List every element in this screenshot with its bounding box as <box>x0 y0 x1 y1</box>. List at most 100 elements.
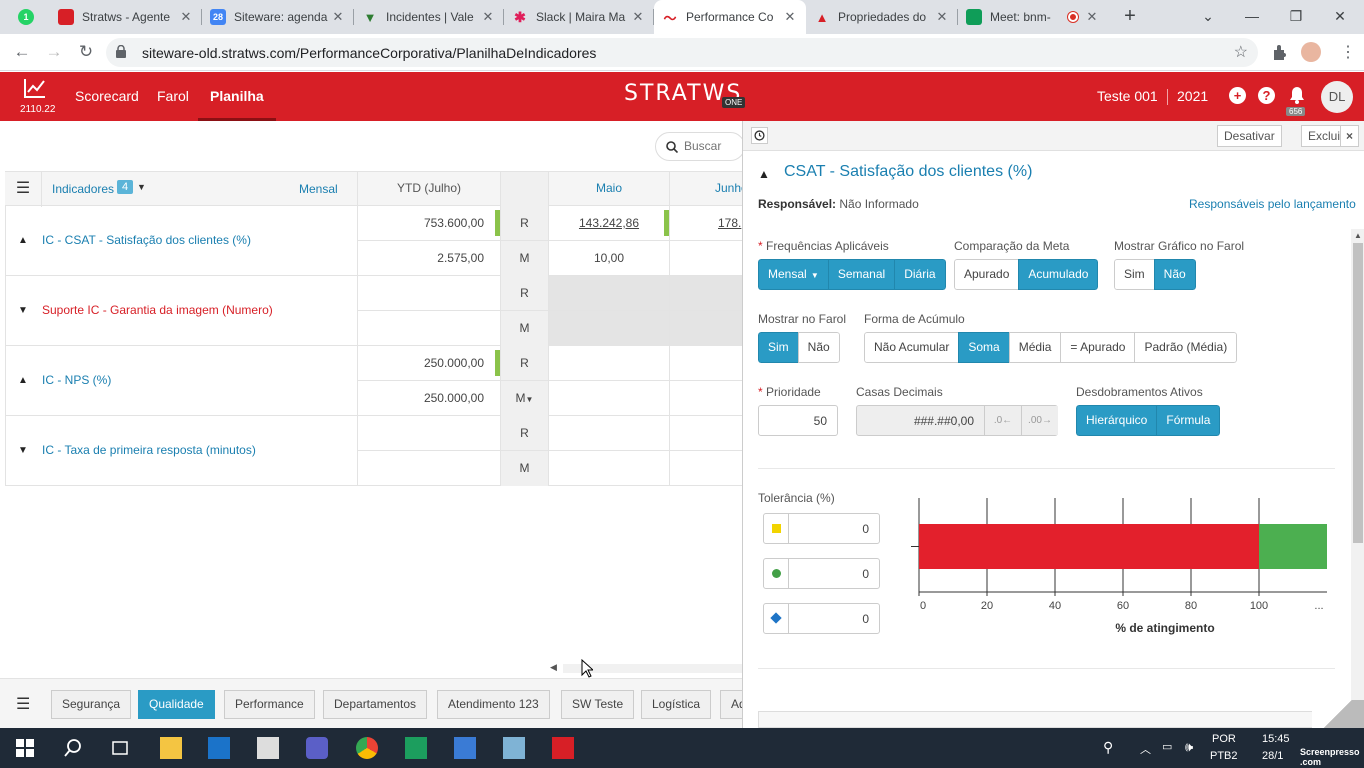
collapse-icon[interactable]: ▲ <box>758 167 770 181</box>
back-icon[interactable]: ← <box>10 40 34 64</box>
search-box[interactable] <box>655 132 742 161</box>
sheet-tab[interactable]: Logística <box>641 690 712 719</box>
tolerance-blue-field[interactable]: 0 <box>763 603 880 634</box>
accum-equal-button[interactable]: = Apurado <box>1060 332 1136 363</box>
ytd-real-cell[interactable] <box>357 416 500 451</box>
scroll-up-icon[interactable]: ▲ <box>1354 231 1362 240</box>
tolerance-blue-value[interactable]: 0 <box>862 612 869 626</box>
tab-whatsapp[interactable]: 1 <box>10 0 50 34</box>
junho-meta-cell[interactable] <box>669 241 742 276</box>
tab-meet[interactable]: Meet: bnm- ✕ <box>958 0 1108 34</box>
tray-chevron-icon[interactable]: ︿ <box>1140 741 1151 757</box>
restore-icon[interactable]: ❐ <box>1272 0 1320 34</box>
profile-avatar[interactable] <box>1301 42 1321 62</box>
forward-icon[interactable]: → <box>42 40 66 64</box>
graph-yes-button[interactable]: Sim <box>1114 259 1155 290</box>
accum-avg-button[interactable]: Média <box>1008 332 1062 363</box>
teams-icon[interactable] <box>306 737 328 759</box>
ytd-meta-cell[interactable] <box>357 311 500 346</box>
browser-menu-icon[interactable]: ⋮ <box>1340 42 1356 62</box>
task-view-icon[interactable] <box>109 737 131 759</box>
notes-icon[interactable] <box>503 737 525 759</box>
tab-incidentes[interactable]: ▼ Incidentes | Vale ✕ <box>354 0 504 34</box>
junho-real-cell[interactable]: 178. <box>669 206 742 241</box>
screenpresso-icon[interactable] <box>552 737 574 759</box>
grid-menu-icon[interactable]: ☰ <box>5 172 42 207</box>
people-icon[interactable]: ⚲ <box>1103 739 1113 756</box>
accum-sum-button[interactable]: Soma <box>958 332 1010 363</box>
expand-icon[interactable]: ▼ <box>18 445 28 456</box>
unfold-hierarchical-button[interactable]: Hierárquico <box>1076 405 1158 436</box>
freq-diaria-button[interactable]: Diária <box>894 259 946 290</box>
comp-acumulado-button[interactable]: Acumulado <box>1018 259 1099 290</box>
indicator-name[interactable]: IC - Taxa de primeira resposta (minutos) <box>42 443 256 457</box>
comp-apurado-button[interactable]: Apurado <box>954 259 1020 290</box>
maio-meta-cell[interactable] <box>548 381 669 416</box>
nav-planilha[interactable]: Planilha <box>198 72 276 121</box>
sheets-menu-icon[interactable]: ☰ <box>16 694 30 714</box>
chrome-icon[interactable] <box>356 737 378 759</box>
close-tab-icon[interactable]: ✕ <box>1084 9 1100 25</box>
chevron-down-icon[interactable]: ▼ <box>137 182 146 192</box>
collapse-icon[interactable]: ▲ <box>18 235 28 246</box>
app-grid-icon[interactable] <box>405 737 427 759</box>
indicator-name[interactable]: Suporte IC - Garantia da imagem (Numero) <box>42 303 273 317</box>
file-explorer-icon[interactable] <box>160 737 182 759</box>
history-icon[interactable] <box>751 127 768 144</box>
maio-meta-cell[interactable]: 10,00 <box>548 241 669 276</box>
sheet-tab[interactable]: SW Teste <box>561 690 635 719</box>
new-tab-button[interactable]: + <box>1118 5 1142 29</box>
tolerance-green-value[interactable]: 0 <box>862 567 869 581</box>
tolerance-yellow-value[interactable]: 0 <box>862 522 869 536</box>
network-icon[interactable]: ▭ <box>1162 740 1172 753</box>
unfold-formula-button[interactable]: Fórmula <box>1156 405 1221 436</box>
search-icon[interactable] <box>62 737 84 759</box>
junho-meta-cell[interactable] <box>669 451 742 486</box>
volume-icon[interactable]: 🕪 <box>1185 739 1193 755</box>
increase-decimals-icon[interactable]: .00→ <box>1021 406 1058 435</box>
close-tab-icon[interactable]: ✕ <box>782 9 798 25</box>
close-tab-icon[interactable]: ✕ <box>178 9 194 25</box>
maio-real-cell[interactable]: 143.242,86 <box>548 206 669 241</box>
tab-propriedades[interactable]: ▲ Propriedades do ✕ <box>806 0 958 34</box>
priority-field[interactable] <box>758 405 838 436</box>
store-icon[interactable] <box>257 737 279 759</box>
tab-stratws-agente[interactable]: Stratws - Agente ✕ <box>50 0 202 34</box>
clock-time[interactable]: 15:45 <box>1262 733 1290 745</box>
close-window-icon[interactable]: ✕ <box>1316 0 1364 34</box>
ytd-real-cell[interactable]: 753.600,00 <box>357 206 500 241</box>
junho-real-cell[interactable] <box>669 346 742 381</box>
freq-semanal-button[interactable]: Semanal <box>827 259 896 290</box>
sheet-tab[interactable]: Segurança <box>51 690 132 719</box>
minimize-icon[interactable]: — <box>1228 0 1276 34</box>
nav-scorecard[interactable]: Scorecard <box>75 72 139 121</box>
period-selector[interactable]: Mensal <box>299 182 338 196</box>
help-icon[interactable]: ? <box>1258 87 1275 104</box>
farol-no-button[interactable]: Não <box>797 332 840 363</box>
keyboard-layout[interactable]: PTB2 <box>1210 750 1238 762</box>
collapsed-section[interactable] <box>758 711 1338 728</box>
sheet-tab-active[interactable]: Qualidade <box>138 690 215 719</box>
close-tab-icon[interactable]: ✕ <box>630 9 646 25</box>
ytd-meta-cell[interactable]: 250.000,00 <box>357 381 500 416</box>
maio-real-cell[interactable] <box>548 416 669 451</box>
current-year[interactable]: 2021 <box>1177 88 1208 104</box>
ytd-meta-cell[interactable] <box>357 451 500 486</box>
sheet-tab[interactable]: Performance <box>224 690 315 719</box>
collapse-icon[interactable]: ▲ <box>18 375 28 386</box>
input-language[interactable]: POR <box>1212 733 1236 745</box>
sheet-tab[interactable]: Departamentos <box>323 690 428 719</box>
bookmark-star-icon[interactable]: ☆ <box>1234 42 1248 62</box>
junho-real-cell[interactable] <box>669 416 742 451</box>
nav-farol[interactable]: Farol <box>157 72 189 121</box>
current-user[interactable]: Teste 001 <box>1097 88 1158 104</box>
mail-icon[interactable] <box>208 737 230 759</box>
farol-yes-button[interactable]: Sim <box>758 332 799 363</box>
tolerance-green-field[interactable]: 0 <box>763 558 880 589</box>
deactivate-button[interactable]: Desativar <box>1217 125 1282 147</box>
scroll-left-icon[interactable]: ◀ <box>550 662 557 673</box>
meta-type-dropdown[interactable]: M▼ <box>500 381 548 416</box>
sheet-tab[interactable]: Atendimento 123 <box>437 690 550 719</box>
ytd-real-cell[interactable]: 250.000,00 <box>357 346 500 381</box>
expand-icon[interactable]: ▼ <box>18 305 28 316</box>
